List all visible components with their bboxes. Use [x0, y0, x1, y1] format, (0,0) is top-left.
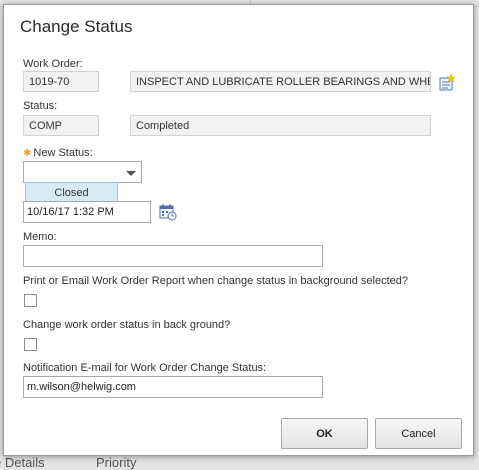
ok-button[interactable]: OK — [281, 418, 368, 449]
cancel-button[interactable]: Cancel — [375, 418, 462, 449]
print-email-option-label: Print or Email Work Order Report when ch… — [23, 275, 408, 287]
notification-email-label: Notification E-mail for Work Order Chang… — [23, 362, 267, 374]
background-priority-text: Priority — [96, 455, 137, 470]
status-label: Status: — [23, 100, 58, 112]
required-star-icon: ✱ — [23, 148, 32, 159]
background-status-checkbox[interactable] — [24, 338, 37, 351]
dropdown-option-closed[interactable]: Closed — [25, 182, 118, 203]
notification-email-input[interactable]: m.wilson@helwig.com — [23, 376, 323, 398]
chevron-down-icon[interactable] — [120, 161, 142, 183]
dialog-title: Change Status — [20, 17, 133, 36]
background-details-text: e Details — [0, 455, 45, 470]
detail-menu-icon[interactable] — [438, 74, 456, 92]
calendar-icon[interactable] — [159, 203, 177, 221]
memo-label: Memo: — [23, 231, 57, 243]
status-code-field: COMP — [23, 115, 99, 136]
work-order-label: Work Order: — [23, 58, 83, 70]
memo-input[interactable] — [23, 245, 323, 267]
work-order-field: 1019-70 — [23, 71, 99, 92]
change-status-dialog: Change Status Work Order: 1019-70 INSPEC… — [3, 4, 474, 456]
print-email-checkbox[interactable] — [24, 294, 37, 307]
new-status-label: ✱ New Status: — [23, 147, 93, 159]
work-order-description-field: INSPECT AND LUBRICATE ROLLER BEARINGS AN… — [130, 71, 431, 92]
new-status-select[interactable] — [23, 161, 121, 183]
new-status-label-text: New Status: — [33, 147, 93, 159]
status-date-input[interactable]: 10/16/17 1:32 PM — [23, 201, 151, 223]
status-description-field: Completed — [130, 115, 431, 136]
background-option-label: Change work order status in back ground? — [23, 319, 231, 331]
